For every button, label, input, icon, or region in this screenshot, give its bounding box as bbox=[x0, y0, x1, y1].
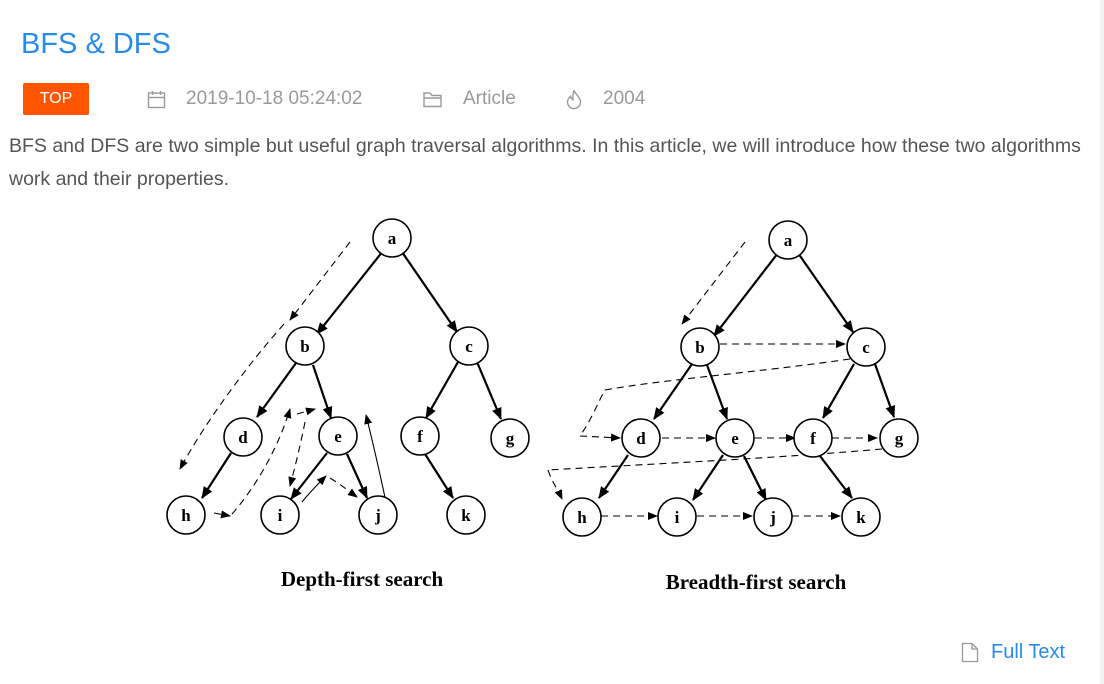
dfs-node-a: a bbox=[372, 218, 412, 258]
bfs-edge-c-f bbox=[822, 363, 855, 419]
article-summary: BFS and DFS are two simple but useful gr… bbox=[9, 135, 1081, 190]
dfs-node-c: c bbox=[449, 326, 489, 366]
svg-text:g: g bbox=[895, 429, 904, 448]
dfs-edge-e-j bbox=[345, 453, 369, 499]
svg-text:f: f bbox=[417, 427, 423, 446]
folder-icon bbox=[423, 91, 442, 107]
dfs-node-f: f bbox=[400, 416, 440, 456]
bfs-caption: Breadth-first search bbox=[666, 570, 847, 594]
svg-text:c: c bbox=[465, 337, 473, 356]
bfs-edge-c-g bbox=[873, 363, 896, 418]
svg-text:a: a bbox=[784, 231, 793, 250]
dfs-edge-c-g bbox=[475, 361, 503, 420]
dfs-node-h: h bbox=[166, 495, 206, 535]
dfs-edge-d-h bbox=[201, 452, 232, 499]
svg-text:k: k bbox=[461, 506, 471, 525]
full-text-label[interactable]: Full Text bbox=[991, 641, 1065, 664]
bfs-node-i: i bbox=[657, 497, 697, 537]
view-count: 2004 bbox=[603, 88, 646, 109]
category-label[interactable]: Article bbox=[463, 88, 516, 110]
dfs-edge-a-b bbox=[316, 250, 384, 335]
bfs-dfs-figure: a b c d e f g h i j k Depth-first search bbox=[160, 212, 930, 602]
article-meta: TOP 2019-10-18 05:24:02 Article 2004 bbox=[23, 83, 723, 116]
dfs-edge-b-d bbox=[256, 362, 297, 418]
bfs-edge-a-b bbox=[713, 252, 779, 337]
dfs-node-b: b bbox=[285, 326, 325, 366]
dfs-node-k: k bbox=[446, 495, 486, 535]
dfs-node-i: i bbox=[260, 495, 300, 535]
bfs-edge-d-h bbox=[598, 454, 629, 499]
article-card: BFS & DFS TOP 2019-10-18 05:24:02 Articl… bbox=[0, 0, 1100, 684]
bfs-path-to-h bbox=[547, 469, 563, 500]
bfs-node-d: d bbox=[621, 418, 661, 458]
svg-text:c: c bbox=[862, 338, 870, 357]
svg-text:d: d bbox=[238, 428, 248, 447]
views-meta: 2004 bbox=[565, 86, 645, 112]
dfs-path-j-up bbox=[364, 414, 387, 503]
bfs-edge-b-d bbox=[653, 363, 693, 420]
bfs-node-f: f bbox=[793, 418, 833, 458]
dfs-edge-b-e bbox=[311, 364, 333, 419]
dfs-path-h-back bbox=[213, 510, 231, 519]
dfs-path-e-arrive bbox=[296, 407, 316, 416]
dfs-edge-c-f bbox=[425, 361, 459, 419]
bfs-tree: a b c d e f g h i j k Breadth-first sear… bbox=[547, 220, 919, 594]
bfs-node-h: h bbox=[562, 497, 602, 537]
svg-text:f: f bbox=[810, 429, 816, 448]
svg-text:e: e bbox=[731, 429, 739, 448]
bfs-edge-e-j bbox=[743, 455, 767, 501]
svg-text:h: h bbox=[181, 506, 191, 525]
svg-text:a: a bbox=[388, 229, 397, 248]
bfs-node-k: k bbox=[841, 497, 881, 537]
dfs-path-enter bbox=[289, 241, 351, 321]
flame-icon bbox=[566, 89, 582, 109]
svg-text:h: h bbox=[577, 508, 587, 527]
dfs-tree: a b c d e f g h i j k Depth-first search bbox=[166, 218, 530, 591]
dfs-edge-f-k bbox=[424, 453, 454, 499]
bfs-path-to-d bbox=[579, 433, 621, 442]
bfs-edge-b-e bbox=[705, 364, 729, 420]
dfs-node-g: g bbox=[490, 418, 530, 458]
bfs-node-c: c bbox=[846, 327, 886, 367]
dfs-path-to-j bbox=[329, 477, 358, 498]
bfs-node-b: b bbox=[680, 327, 720, 367]
dfs-path-e-i bbox=[288, 421, 306, 487]
dfs-node-e: e bbox=[318, 416, 358, 456]
date-meta: 2019-10-18 05:24:02 bbox=[147, 86, 362, 112]
bfs-edge-f-k bbox=[819, 455, 853, 499]
top-badge: TOP bbox=[23, 83, 89, 115]
svg-text:j: j bbox=[769, 508, 776, 527]
category-meta[interactable]: Article bbox=[423, 86, 516, 112]
bfs-node-j: j bbox=[753, 497, 793, 537]
post-date: 2019-10-18 05:24:02 bbox=[186, 88, 363, 109]
bfs-path-enter bbox=[681, 241, 746, 325]
dfs-node-d: d bbox=[223, 417, 263, 457]
bfs-node-g: g bbox=[879, 418, 919, 458]
svg-text:g: g bbox=[506, 429, 515, 448]
dfs-edge-a-c bbox=[401, 251, 458, 333]
traversal-diagram: a b c d e f g h i j k Depth-first search bbox=[166, 218, 919, 594]
svg-text:e: e bbox=[334, 427, 342, 446]
svg-text:j: j bbox=[374, 506, 381, 525]
full-text-link[interactable]: Full Text bbox=[961, 638, 1065, 666]
dfs-node-j: j bbox=[358, 495, 398, 535]
bfs-edge-a-c bbox=[797, 252, 854, 333]
bfs-node-a: a bbox=[768, 220, 808, 260]
svg-text:b: b bbox=[300, 337, 309, 356]
svg-text:k: k bbox=[856, 508, 866, 527]
calendar-icon bbox=[147, 90, 166, 108]
svg-text:b: b bbox=[695, 338, 704, 357]
bfs-node-e: e bbox=[715, 418, 755, 458]
svg-text:d: d bbox=[636, 429, 646, 448]
svg-text:i: i bbox=[278, 506, 283, 525]
article-title[interactable]: BFS & DFS bbox=[21, 28, 171, 61]
dfs-caption: Depth-first search bbox=[281, 567, 444, 591]
svg-text:i: i bbox=[675, 508, 680, 527]
document-icon bbox=[961, 642, 979, 662]
